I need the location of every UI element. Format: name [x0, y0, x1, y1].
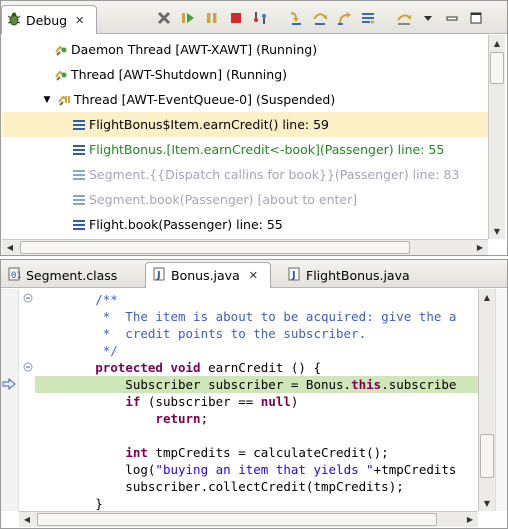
tree-row-label: Flight.book(Passenger) line: 55	[89, 217, 283, 232]
step-return-icon[interactable]	[333, 7, 355, 29]
stack-frame-icon	[72, 218, 86, 232]
code-line: * credit points to the subscriber.	[35, 326, 367, 341]
scroll-left-icon[interactable]: ◀	[19, 512, 35, 527]
view-menu-icon[interactable]	[417, 7, 439, 29]
debug-horizontal-scrollbar[interactable]: ◀ ▶	[2, 239, 488, 255]
svg-text:J: J	[156, 270, 161, 281]
debug-view: Debug ✕ Daemon Thread [AWT-XAWT] (Runnin…	[0, 0, 508, 256]
debug-vertical-scrollbar[interactable]: ▲ ▼	[488, 35, 505, 239]
close-icon[interactable]: ✕	[249, 269, 258, 282]
stack-frame-icon	[72, 143, 86, 157]
tree-row-label: Thread [AWT-EventQueue-0] (Suspended)	[74, 92, 336, 107]
code-line: /**	[35, 292, 118, 307]
java-file-icon: J	[152, 267, 166, 284]
editor-horizontal-scrollbar[interactable]: ◀ ▶	[19, 511, 478, 527]
scroll-right-icon[interactable]: ▶	[472, 240, 488, 255]
svg-text:J: J	[291, 270, 296, 281]
code-line: if (subscriber == null)	[125, 394, 299, 409]
debug-bug-icon	[6, 11, 22, 30]
tab-segment-class[interactable]: 01 Segment.class	[1, 262, 143, 288]
editor-gutter	[1, 289, 19, 511]
scroll-up-icon[interactable]: ▲	[489, 35, 505, 51]
debug-tab[interactable]: Debug ✕	[1, 5, 97, 34]
tree-row-label: FlightBonus$Item.earnCredit() line: 59	[89, 117, 330, 132]
tree-row-thread[interactable]: Thread [AWT-Shutdown] (Running)	[2, 62, 488, 87]
tab-bonus-java[interactable]: J Bonus.java ✕	[145, 262, 271, 288]
editor-vertical-scrollbar[interactable]: ▲ ▼	[478, 289, 495, 511]
step-into-icon[interactable]	[285, 7, 307, 29]
code-line: }	[35, 496, 103, 511]
scroll-down-icon[interactable]: ▼	[479, 495, 495, 511]
suspend-icon[interactable]	[201, 7, 223, 29]
expand-arrow-icon[interactable]: ▼	[40, 93, 54, 107]
code-line: */	[35, 343, 118, 358]
editor-area: 01 Segment.class J Bonus.java ✕ J Flight…	[0, 259, 508, 529]
stack-frame-icon	[72, 193, 86, 207]
scroll-right-icon[interactable]: ▶	[462, 512, 478, 527]
scroll-thumb[interactable]	[20, 241, 410, 254]
scroll-thumb[interactable]	[480, 434, 494, 478]
minimize-icon[interactable]	[441, 7, 463, 29]
close-icon[interactable]: ✕	[75, 14, 84, 27]
tab-label: Bonus.java	[171, 268, 240, 283]
code-line: return;	[155, 411, 209, 426]
resume-icon[interactable]	[177, 7, 199, 29]
code-line-current: Subscriber subscriber = Bonus.this.subsc…	[35, 376, 478, 393]
tree-row-thread-suspended[interactable]: ▼ Thread [AWT-EventQueue-0] (Suspended)	[2, 87, 488, 112]
thread-suspended-icon	[57, 93, 71, 107]
tree-row-thread[interactable]: Daemon Thread [AWT-XAWT] (Running)	[2, 37, 488, 62]
scroll-up-icon[interactable]: ▲	[479, 289, 495, 305]
fold-collapse-icon[interactable]	[23, 361, 33, 375]
debug-toolbar	[153, 7, 487, 29]
tree-row-label: FlightBonus.[Item.earnCredit<-book](Pass…	[89, 142, 445, 157]
code-line: * The item is about to be acquired: give…	[35, 309, 457, 324]
tree-row-label: Thread [AWT-Shutdown] (Running)	[71, 67, 288, 82]
scroll-left-icon[interactable]: ◀	[2, 240, 18, 255]
tree-row-stack-frame[interactable]: FlightBonus.[Item.earnCredit<-book](Pass…	[2, 137, 488, 162]
code-line: protected void earnCredit () {	[95, 360, 322, 375]
tab-flightbonus-java[interactable]: J FlightBonus.java	[281, 262, 421, 288]
fold-collapse-icon[interactable]	[23, 292, 33, 306]
debug-tab-label: Debug	[26, 12, 68, 28]
remove-terminated-icon[interactable]	[153, 7, 175, 29]
code-line: int tmpCredits = calculateCredit();	[125, 445, 389, 460]
terminate-icon[interactable]	[225, 7, 247, 29]
debug-view-header: Debug ✕	[1, 1, 507, 34]
java-file-icon: J	[287, 267, 301, 284]
code-editor[interactable]: /** * The item is about to be acquired: …	[35, 289, 478, 511]
folding-ruler	[21, 289, 35, 511]
svg-text:01: 01	[11, 271, 21, 281]
stack-frame-icon	[72, 168, 86, 182]
overview-ruler	[495, 289, 507, 511]
tree-row-stack-frame[interactable]: FlightBonus$Item.earnCredit() line: 59	[2, 112, 488, 137]
scroll-thumb[interactable]	[490, 52, 504, 84]
debug-tree: Daemon Thread [AWT-XAWT] (Running) Threa…	[2, 35, 488, 239]
thread-running-icon	[54, 68, 68, 82]
tree-row-stack-frame[interactable]: Flight.book(Passenger) line: 55	[2, 212, 488, 237]
tree-row-label: Segment.book(Passenger) [about to enter]	[89, 192, 358, 207]
disconnect-icon[interactable]	[249, 7, 271, 29]
step-filters-icon[interactable]	[393, 7, 415, 29]
code-line: log("buying an item that yields "+tmpCre…	[35, 462, 457, 477]
maximize-icon[interactable]	[465, 7, 487, 29]
class-file-icon: 01	[7, 267, 22, 284]
drop-to-frame-icon[interactable]	[357, 7, 379, 29]
stack-frame-icon	[72, 118, 86, 132]
editor-tab-bar: 01 Segment.class J Bonus.java ✕ J Flight…	[1, 260, 507, 288]
step-over-icon[interactable]	[309, 7, 331, 29]
scroll-thumb[interactable]	[37, 513, 437, 526]
tree-row-label: Daemon Thread [AWT-XAWT] (Running)	[71, 42, 318, 57]
instruction-pointer-icon	[2, 377, 16, 393]
tree-row-stack-frame[interactable]: Segment.{{Dispatch callins for book}}(Pa…	[2, 162, 488, 187]
thread-running-icon	[54, 43, 68, 57]
tab-label: FlightBonus.java	[306, 267, 410, 283]
tab-label: Segment.class	[26, 267, 118, 283]
tree-row-stack-frame[interactable]: Segment.book(Passenger) [about to enter]	[2, 187, 488, 212]
tree-row-label: Segment.{{Dispatch callins for book}}(Pa…	[89, 167, 460, 182]
scroll-down-icon[interactable]: ▼	[489, 223, 505, 239]
code-line: subscriber.collectCredit(tmpCredits);	[35, 479, 404, 494]
